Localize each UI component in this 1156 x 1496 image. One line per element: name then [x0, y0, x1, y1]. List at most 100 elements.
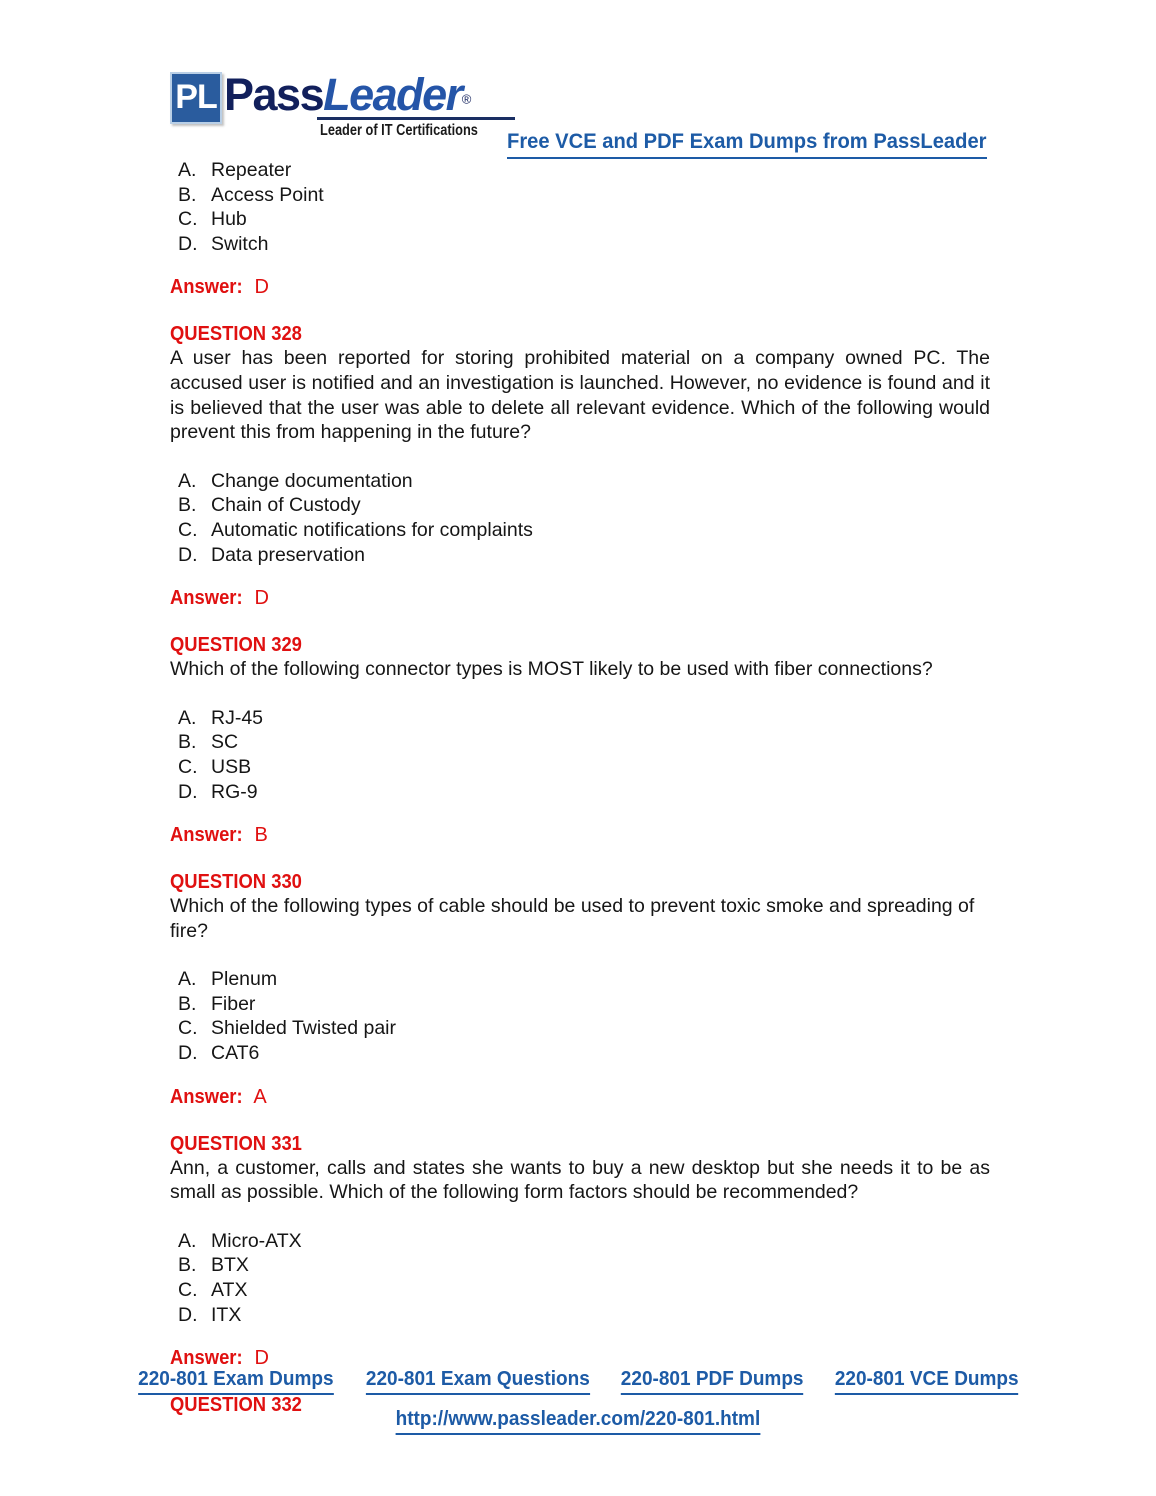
option-letter: B. [178, 494, 197, 517]
answer-label: Answer: [170, 276, 243, 299]
option-item[interactable]: D. RG-9 [170, 780, 990, 805]
option-item[interactable]: A. Repeater [170, 158, 990, 183]
answer-value: B [254, 824, 268, 847]
logo-word-leader: Leader [323, 69, 463, 120]
option-letter: B. [178, 183, 197, 206]
option-text: RJ-45 [211, 706, 264, 729]
answer-line: Answer: D [170, 1347, 990, 1370]
option-item[interactable]: A. Plenum [170, 967, 990, 992]
option-list: A. Plenum B. Fiber C. Shielded Twisted p… [170, 967, 990, 1065]
option-item[interactable]: A. RJ-45 [170, 706, 990, 731]
pl-monogram-icon: PL [170, 72, 222, 124]
option-text: Fiber [211, 992, 256, 1015]
option-letter: C. [178, 1279, 198, 1302]
option-text: Hub [211, 208, 247, 231]
answer-line: Answer: B [170, 824, 990, 847]
footer-site-url[interactable]: http://www.passleader.com/220-801.html [395, 1408, 761, 1435]
question-heading: QUESTION 331 [170, 1132, 302, 1155]
option-text: Shielded Twisted pair [211, 1017, 397, 1040]
option-item[interactable]: B. Access Point [170, 183, 990, 208]
option-text: Automatic notifications for complaints [211, 518, 533, 541]
answer-label: Answer: [170, 824, 243, 847]
option-letter: A. [178, 159, 197, 181]
option-item[interactable]: B. Fiber [170, 992, 990, 1017]
option-item[interactable]: C. Automatic notifications for complaint… [170, 518, 990, 543]
option-letter: D. [178, 1303, 198, 1326]
option-item[interactable]: D. CAT6 [170, 1041, 990, 1066]
option-item[interactable]: B. Chain of Custody [170, 493, 990, 518]
option-text: CAT6 [211, 1042, 260, 1065]
answer-label: Answer: [170, 1085, 243, 1108]
question-heading: QUESTION 330 [170, 871, 302, 894]
answer-value: D [254, 276, 269, 299]
option-item[interactable]: A. Change documentation [170, 469, 990, 494]
registered-trademark-icon: ® [461, 91, 472, 107]
footer-url-row: http://www.passleader.com/220-801.html [0, 1408, 1156, 1435]
answer-value: D [254, 587, 269, 610]
option-item[interactable]: C. USB [170, 755, 990, 780]
option-text: Data preservation [211, 543, 365, 566]
document-body: A. Repeater B. Access Point C. Hub D. Sw… [170, 158, 990, 1417]
option-letter: B. [178, 731, 197, 754]
logo-wordmark: PassLeader® [224, 69, 515, 120]
logo-underline-rule [317, 117, 515, 120]
option-text: Change documentation [211, 469, 413, 492]
option-letter: D. [178, 780, 198, 803]
option-text: ATX [211, 1279, 248, 1302]
footer-link-vce-dumps[interactable]: 220-801 VCE Dumps [834, 1368, 1019, 1395]
option-text: Switch [211, 232, 269, 255]
option-item[interactable]: D. Data preservation [170, 543, 990, 568]
option-item[interactable]: D. Switch [170, 232, 990, 257]
option-text: ITX [211, 1303, 242, 1326]
option-letter: C. [178, 208, 198, 231]
option-letter: D. [178, 1042, 198, 1065]
option-item[interactable]: C. ATX [170, 1278, 990, 1303]
option-letter: A. [178, 968, 197, 991]
document-page: PL PassLeader® Leader of IT Certificatio… [0, 0, 1156, 1496]
option-text: Plenum [211, 968, 278, 991]
footer-link-pdf-dumps[interactable]: 220-801 PDF Dumps [621, 1368, 804, 1395]
option-text: RG-9 [211, 780, 258, 803]
option-item[interactable]: D. ITX [170, 1303, 990, 1328]
option-text: BTX [211, 1254, 249, 1277]
option-text: Chain of Custody [211, 494, 361, 517]
footer-link-exam-questions[interactable]: 220-801 Exam Questions [365, 1368, 590, 1395]
answer-label: Answer: [170, 587, 243, 610]
option-item[interactable]: C. Hub [170, 207, 990, 232]
answer-line: Answer: D [170, 587, 990, 610]
option-text: Repeater [211, 159, 292, 181]
option-text: USB [211, 755, 252, 778]
answer-value: A [253, 1085, 267, 1108]
option-text: SC [211, 731, 239, 754]
footer-link-row: 220-801 Exam Dumps 220-801 Exam Question… [0, 1368, 1156, 1395]
option-text: Access Point [211, 183, 324, 206]
option-list: A. Change documentation B. Chain of Cust… [170, 469, 990, 567]
logo-tagline: Leader of IT Certifications [320, 122, 478, 139]
header-banner-link[interactable]: Free VCE and PDF Exam Dumps from PassLea… [507, 130, 987, 159]
option-letter: B. [178, 1254, 197, 1277]
page-footer: 220-801 Exam Dumps 220-801 Exam Question… [0, 1368, 1156, 1435]
answer-label: Answer: [170, 1347, 243, 1370]
answer-line: Answer: A [170, 1086, 990, 1109]
option-list: A. Micro-ATX B. BTX C. ATX D. ITX [170, 1229, 990, 1327]
option-letter: D. [178, 543, 198, 566]
question-text: A user has been reported for storing pro… [170, 347, 990, 444]
option-text: Micro-ATX [211, 1229, 302, 1252]
footer-link-exam-dumps[interactable]: 220-801 Exam Dumps [138, 1368, 334, 1395]
option-item[interactable]: B. BTX [170, 1253, 990, 1278]
option-list-prev: A. Repeater B. Access Point C. Hub D. Sw… [170, 158, 990, 256]
question-heading: QUESTION 329 [170, 634, 302, 657]
answer-value: D [254, 1347, 269, 1370]
question-text: Which of the following connector types i… [170, 658, 933, 681]
pl-monogram-text: PL [175, 78, 217, 116]
option-letter: B. [178, 992, 197, 1015]
page-header: PL PassLeader® Leader of IT Certificatio… [170, 69, 990, 159]
option-item[interactable]: A. Micro-ATX [170, 1229, 990, 1254]
option-item[interactable]: B. SC [170, 730, 990, 755]
option-list: A. RJ-45 B. SC C. USB D. RG-9 [170, 706, 990, 804]
question-text: Ann, a customer, calls and states she wa… [170, 1156, 990, 1204]
option-item[interactable]: C. Shielded Twisted pair [170, 1016, 990, 1041]
option-letter: C. [178, 755, 198, 778]
answer-line: Answer: D [170, 276, 990, 299]
option-letter: D. [178, 232, 198, 255]
